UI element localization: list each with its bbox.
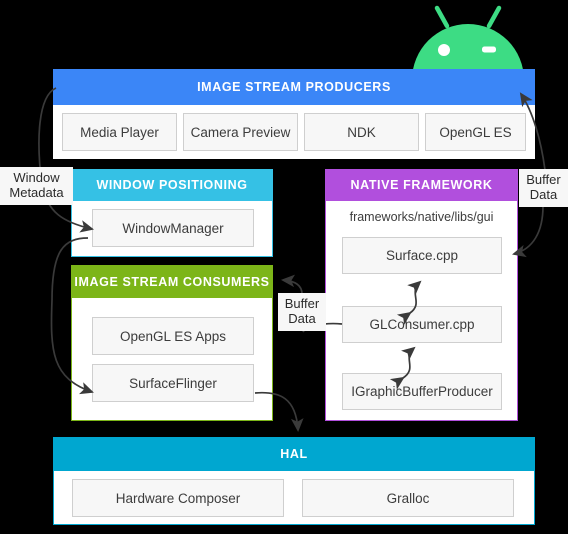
- chip-igraphicbufferproducer[interactable]: IGraphicBufferProducer: [342, 373, 502, 410]
- label-window-metadata-line2: Metadata: [9, 185, 64, 200]
- chip-surfaceflinger[interactable]: SurfaceFlinger: [92, 364, 254, 402]
- panel-header-window-positioning: WINDOW POSITIONING: [72, 170, 272, 201]
- label-window-metadata-line1: Window: [13, 170, 60, 186]
- label-buffer-data-right-line1: Buffer: [526, 172, 561, 188]
- panel-native-framework: NATIVE FRAMEWORK frameworks/native/libs/…: [325, 169, 518, 421]
- chip-glconsumer-cpp[interactable]: GLConsumer.cpp: [342, 306, 502, 343]
- panel-body-image-stream-consumers: OpenGL ES Apps SurfaceFlinger: [72, 298, 272, 420]
- panel-body-native-framework: frameworks/native/libs/gui Surface.cpp G…: [326, 201, 517, 420]
- label-window-metadata: Window Metadata: [0, 167, 73, 205]
- arrow-bufferdata-to-consumers: [280, 274, 303, 295]
- chip-ndk[interactable]: NDK: [304, 113, 419, 151]
- label-buffer-data-middle: Buffer Data: [278, 293, 326, 331]
- chip-camera-preview[interactable]: Camera Preview: [183, 113, 298, 151]
- panel-body-image-stream-producers: Media Player Camera Preview NDK OpenGL E…: [53, 105, 535, 159]
- chip-windowmanager[interactable]: WindowManager: [92, 209, 254, 247]
- label-buffer-data-right: Buffer Data: [519, 169, 568, 207]
- android-graphics-architecture-diagram: IMAGE STREAM PRODUCERS Media Player Came…: [0, 0, 568, 534]
- chip-opengl-es[interactable]: OpenGL ES: [425, 113, 526, 151]
- label-buffer-data-right-line2: Data: [529, 187, 558, 202]
- native-framework-path-label: frameworks/native/libs/gui: [349, 210, 494, 224]
- panel-header-image-stream-consumers: IMAGE STREAM CONSUMERS: [72, 266, 272, 298]
- panel-header-hal: HAL: [54, 438, 534, 471]
- chip-surface-cpp[interactable]: Surface.cpp: [342, 237, 502, 274]
- label-buffer-data-middle-line1: Buffer: [284, 296, 320, 312]
- panel-body-window-positioning: WindowManager: [72, 201, 272, 256]
- panel-header-native-framework: NATIVE FRAMEWORK: [326, 170, 517, 201]
- panel-window-positioning: WINDOW POSITIONING WindowManager: [71, 169, 273, 257]
- panel-image-stream-consumers: IMAGE STREAM CONSUMERS OpenGL ES Apps Su…: [71, 265, 273, 421]
- panel-body-hal: Hardware Composer Gralloc: [54, 471, 534, 524]
- chip-media-player[interactable]: Media Player: [62, 113, 177, 151]
- arrow-bufferdata-to-surface: [512, 205, 544, 258]
- chip-opengl-es-apps[interactable]: OpenGL ES Apps: [92, 317, 254, 355]
- chip-gralloc[interactable]: Gralloc: [302, 479, 514, 517]
- panel-header-image-stream-producers: IMAGE STREAM PRODUCERS: [53, 69, 535, 105]
- panel-hal: HAL Hardware Composer Gralloc: [53, 437, 535, 525]
- panel-image-stream-producers: IMAGE STREAM PRODUCERS Media Player Came…: [53, 69, 535, 159]
- chip-hardware-composer[interactable]: Hardware Composer: [72, 479, 284, 517]
- label-buffer-data-middle-line2: Data: [288, 311, 316, 326]
